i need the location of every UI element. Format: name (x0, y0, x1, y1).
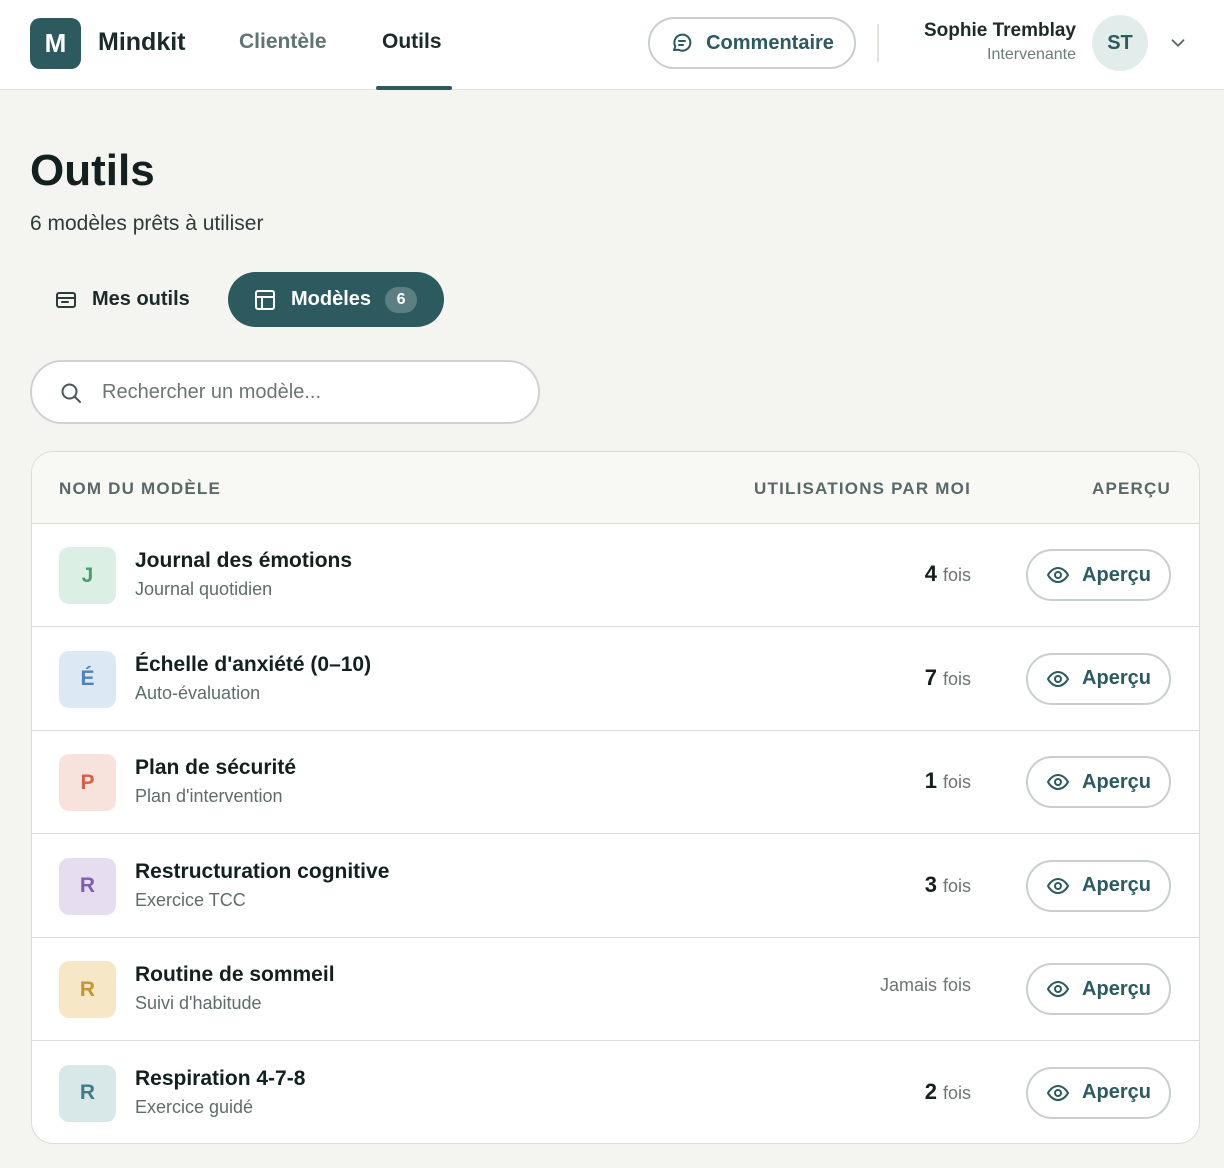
template-initial-chip: É (59, 650, 116, 708)
eye-icon (1047, 877, 1070, 894)
user-role: Intervenante (987, 46, 1076, 63)
usage-value: 7 (924, 664, 937, 690)
usage-value: 2 (924, 1078, 937, 1104)
column-header-name: NOM DU MODÈLE (59, 479, 221, 498)
chat-bubble-icon (673, 33, 692, 52)
templates-table: NOM DU MODÈLE UTILISATIONS PAR MOI APERÇ… (31, 451, 1200, 1144)
tab-mes-outils-label: Mes outils (92, 288, 190, 310)
template-initial-chip: R (59, 961, 116, 1018)
usage-count: 3 fois (925, 872, 971, 898)
preview-label: Aperçu (1082, 977, 1151, 1000)
eye-icon (1047, 1084, 1070, 1101)
template-title: Restructuration cognitive (135, 859, 390, 883)
preview-button[interactable]: Aperçu (1026, 756, 1171, 808)
preview-label: Aperçu (1082, 1081, 1151, 1103)
eye-icon (1047, 981, 1070, 997)
page-subtitle: 6 modèles prêts à utiliser (30, 212, 264, 235)
usage-unit: fois (942, 772, 971, 792)
usage-unit: fois (942, 565, 971, 585)
top-bar: M Mindkit Clientèle Outils Commentaire S… (0, 0, 1224, 90)
nav-clientele[interactable]: Clientèle (239, 30, 327, 54)
eye-icon (1047, 567, 1070, 583)
preview-label: Aperçu (1082, 874, 1151, 896)
template-initial-chip: R (59, 1064, 116, 1122)
table-header: NOM DU MODÈLE UTILISATIONS PAR MOI APERÇ… (32, 452, 1199, 524)
usage-value: Jamais (879, 975, 937, 995)
usage-unit: fois (942, 875, 971, 896)
brand-name[interactable]: Mindkit (98, 28, 186, 57)
template-category: Exercice guidé (135, 1096, 254, 1117)
usage-count: Jamais fois (880, 975, 971, 996)
usage-unit: fois (942, 668, 971, 689)
card-icon (56, 291, 76, 308)
nav-outils[interactable]: Outils (382, 30, 442, 54)
template-title: Plan de sécurité (135, 756, 297, 779)
tab-mes-outils[interactable]: Mes outils (30, 272, 218, 327)
table-row[interactable]: R Routine de sommeil Suivi d'habitude Jamai… (32, 938, 1199, 1041)
eye-icon (1047, 774, 1070, 790)
tab-modeles-label: Modèles (291, 288, 372, 310)
layout-template-icon (255, 289, 275, 310)
table-row[interactable]: R Restructuration cognitive Exercice TCC 3 f… (32, 835, 1199, 938)
preview-button[interactable]: Aperçu (1026, 963, 1171, 1015)
usage-unit: fois (942, 975, 971, 995)
usage-value: 4 (924, 561, 937, 586)
template-category: Exercice TCC (135, 889, 246, 910)
preview-button[interactable]: Aperçu (1026, 652, 1171, 705)
preview-label: Aperçu (1082, 667, 1151, 689)
feedback-label: Commentaire (706, 31, 834, 54)
usage-value: 1 (924, 768, 937, 793)
usage-count: 1 fois (925, 768, 971, 794)
template-title: Respiration 4-7-8 (135, 1066, 306, 1090)
tab-modeles[interactable]: Modèles 6 (228, 272, 444, 327)
usage-count: 7 fois (925, 665, 971, 691)
avatar[interactable]: ST (1092, 15, 1148, 71)
search-input[interactable] (102, 372, 522, 412)
header-divider (877, 24, 879, 62)
table-row[interactable]: J Journal des émotions Journal quotidien 4 f… (32, 524, 1199, 627)
app-logo[interactable]: M (30, 18, 81, 69)
usage-value: 3 (924, 871, 937, 897)
column-header-preview: APERÇU (1092, 479, 1171, 498)
template-initial-chip: R (59, 857, 116, 915)
active-nav-indicator (376, 86, 452, 90)
preview-button[interactable]: Aperçu (1026, 549, 1171, 601)
preview-label: Aperçu (1082, 770, 1151, 793)
template-initial-chip: J (59, 547, 116, 604)
search-box (30, 360, 540, 424)
table-row[interactable]: R Respiration 4-7-8 Exercice guidé 2 fois Ape… (32, 1042, 1199, 1144)
column-header-usage: UTILISATIONS PAR MOI (754, 479, 971, 498)
eye-icon (1047, 670, 1070, 687)
template-category: Plan d'intervention (135, 786, 283, 806)
template-initial-chip: P (59, 754, 116, 811)
template-category: Suivi d'habitude (135, 993, 262, 1013)
usage-count: 4 fois (925, 561, 971, 587)
template-title: Échelle d'anxiété (0–10) (135, 652, 372, 676)
template-category: Auto-évaluation (135, 682, 261, 703)
template-title: Journal des émotions (135, 549, 353, 572)
user-name: Sophie Tremblay (923, 20, 1076, 41)
feedback-button[interactable]: Commentaire (648, 17, 856, 69)
search-icon (61, 383, 81, 403)
chevron-down-icon[interactable] (1167, 32, 1189, 54)
template-category: Journal quotidien (135, 579, 273, 599)
count-badge: 6 (385, 286, 418, 313)
preview-label: Aperçu (1082, 563, 1151, 586)
template-title: Routine de sommeil (135, 963, 335, 986)
usage-count: 2 fois (925, 1079, 971, 1105)
preview-button[interactable]: Aperçu (1026, 1066, 1171, 1119)
preview-button[interactable]: Aperçu (1026, 859, 1171, 912)
table-row[interactable]: P Plan de sécurité Plan d'intervention 1 foi… (32, 731, 1199, 834)
usage-unit: fois (942, 1082, 971, 1103)
table-row[interactable]: É Échelle d'anxiété (0–10) Auto-évaluation… (32, 628, 1199, 731)
page-title: Outils (30, 146, 155, 195)
